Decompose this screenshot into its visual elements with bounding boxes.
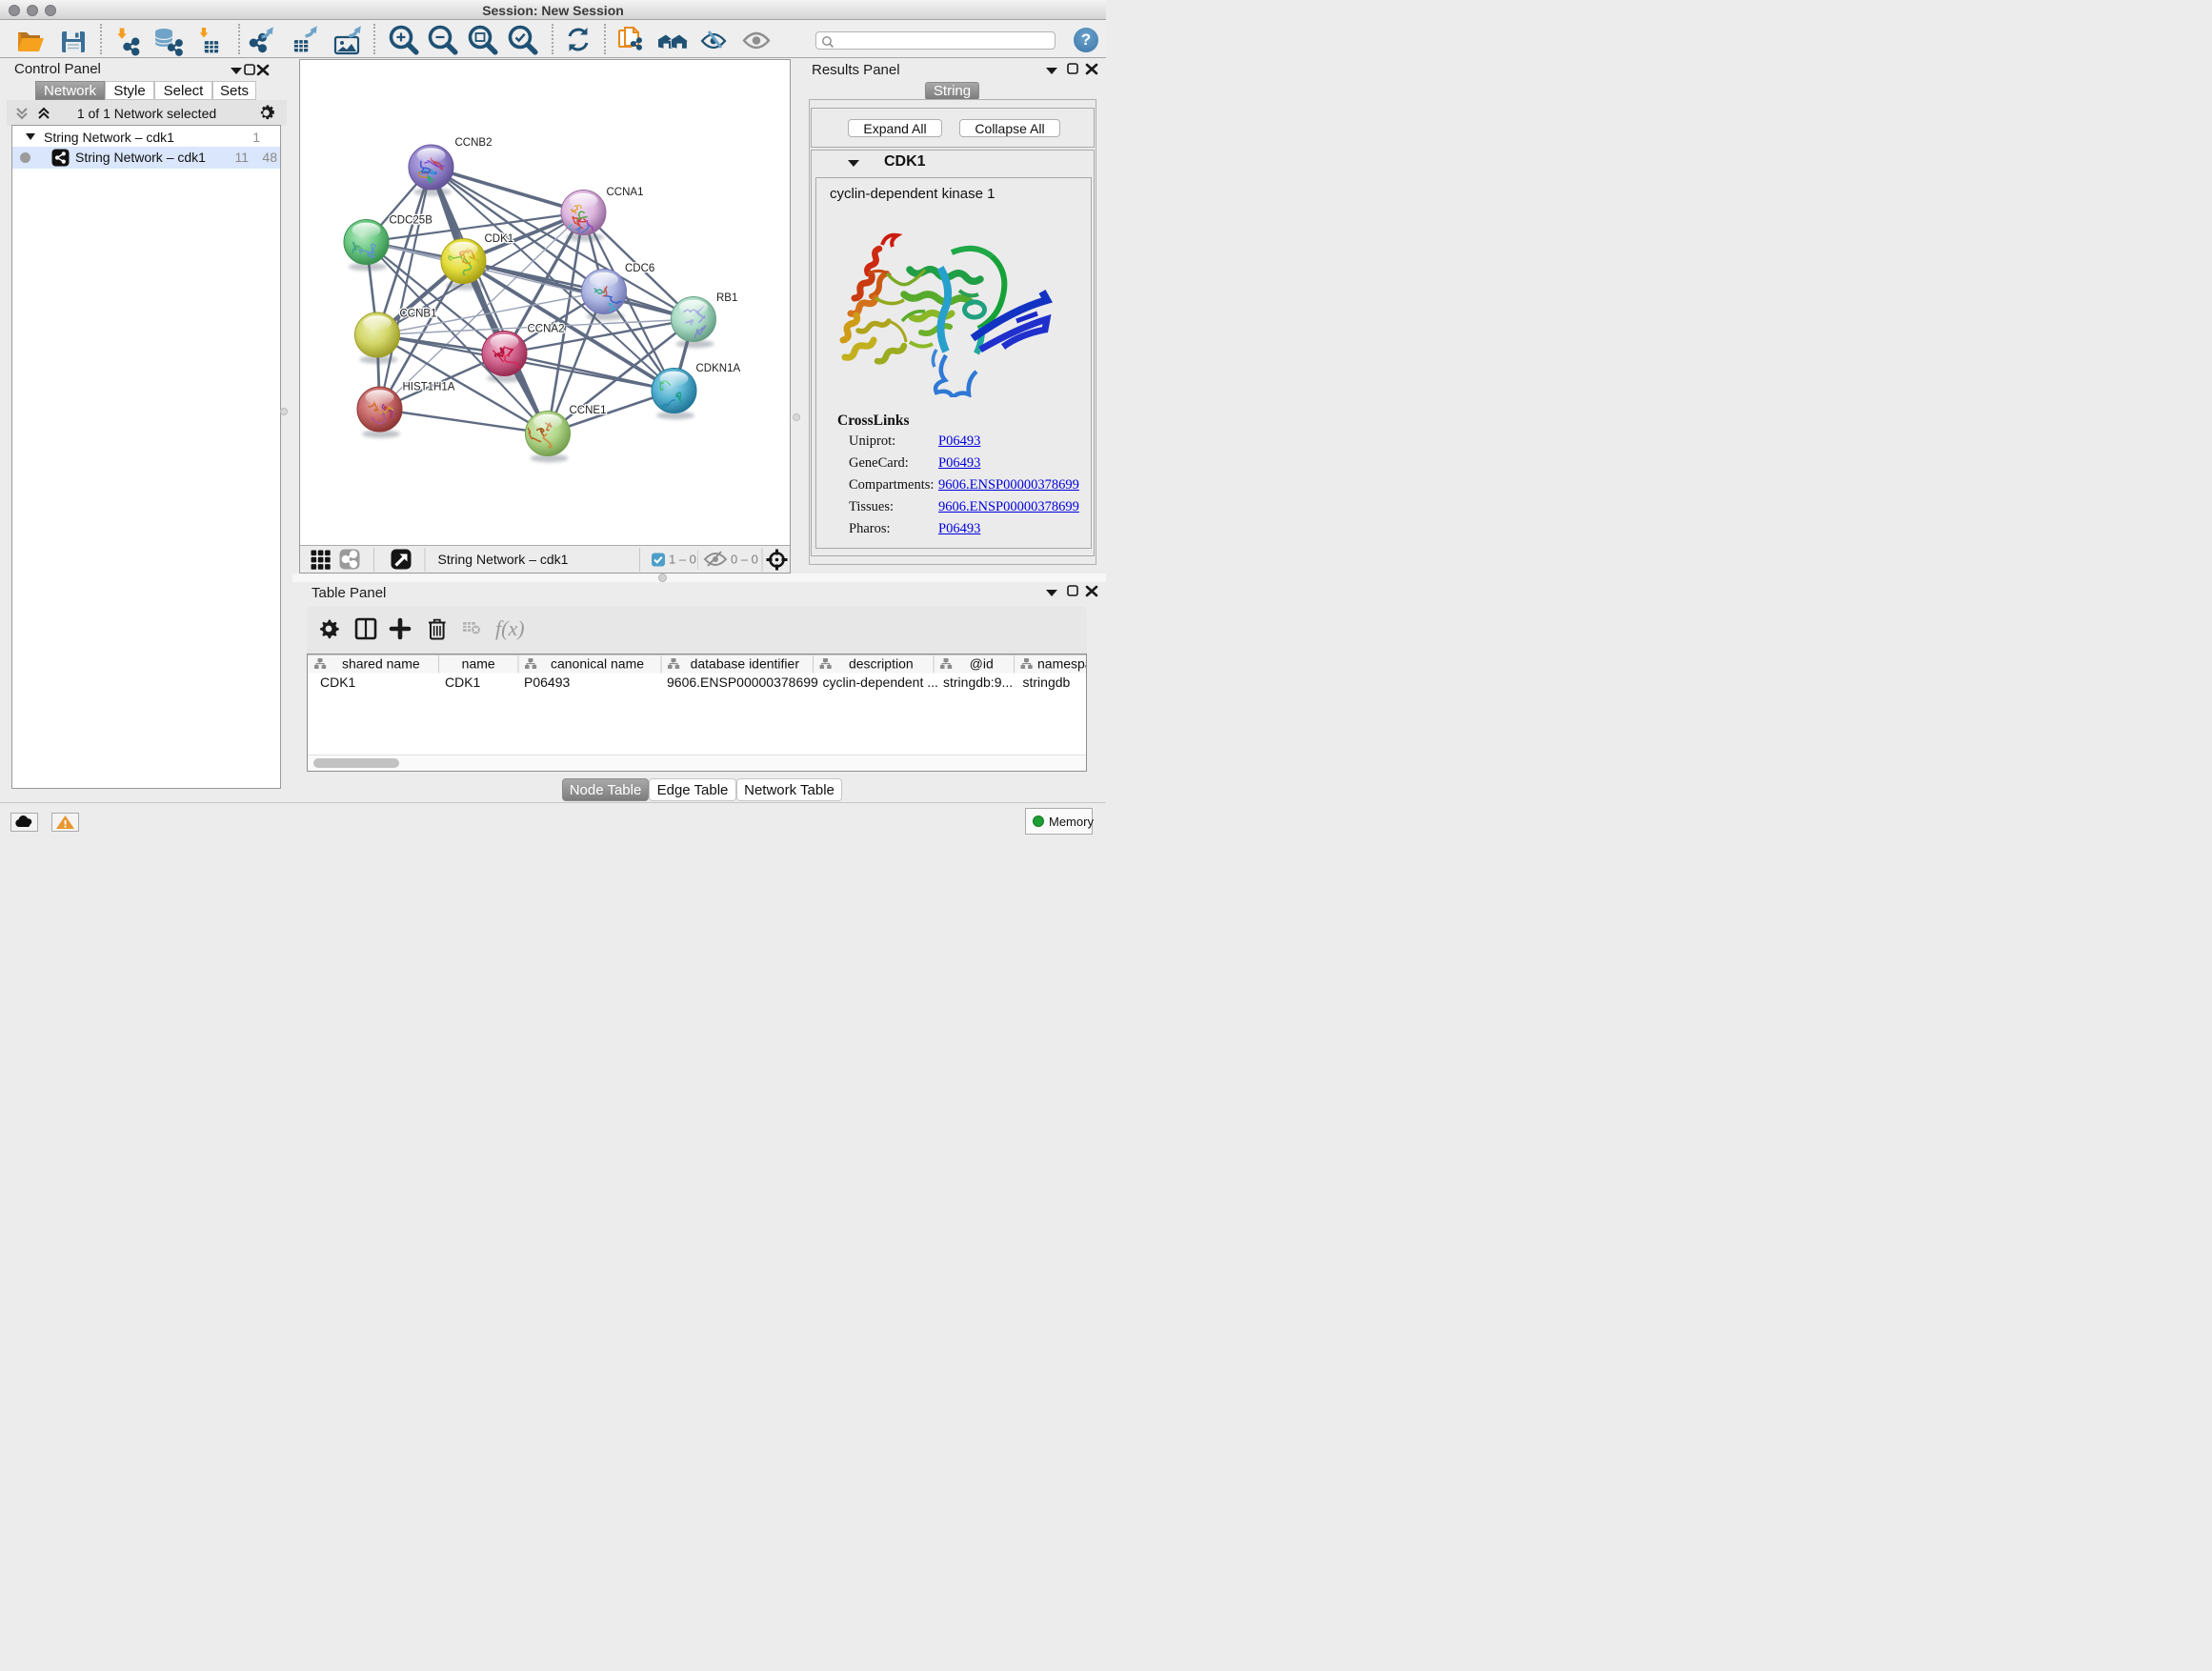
svg-text:CDKN1A: CDKN1A — [696, 363, 741, 374]
svg-text:namespace: namespace — [1037, 656, 1086, 672]
svg-text:CCNE1: CCNE1 — [570, 405, 607, 416]
svg-text:f(x): f(x) — [495, 616, 525, 640]
svg-text:stringdb:9...: stringdb:9... — [943, 674, 1013, 690]
svg-text:0 – 0: 0 – 0 — [731, 553, 758, 567]
svg-text:HIST1H1A: HIST1H1A — [403, 382, 455, 393]
svg-text:cyclin-dependent ...: cyclin-dependent ... — [823, 674, 938, 690]
svg-text:canonical name: canonical name — [551, 656, 644, 672]
svg-text:CDC25B: CDC25B — [390, 215, 433, 227]
svg-text:CCNA2: CCNA2 — [528, 324, 565, 335]
svg-text:database identifier: database identifier — [691, 656, 800, 672]
svg-text:CDK1: CDK1 — [485, 233, 514, 245]
svg-text:CCNB1: CCNB1 — [400, 309, 437, 320]
svg-text:RB1: RB1 — [716, 292, 737, 304]
svg-text:CDK1: CDK1 — [320, 674, 356, 690]
svg-text:String Network – cdk1: String Network – cdk1 — [438, 552, 569, 567]
svg-text:9606.ENSP00000378699: 9606.ENSP00000378699 — [667, 674, 818, 690]
svg-text:CDC6: CDC6 — [625, 263, 654, 274]
svg-text:CDK1: CDK1 — [445, 674, 481, 690]
svg-text:stringdb: stringdb — [1023, 674, 1071, 690]
svg-text:P06493: P06493 — [524, 674, 570, 690]
svg-text:CCNA1: CCNA1 — [607, 187, 644, 198]
svg-text:CCNB2: CCNB2 — [455, 137, 493, 149]
svg-text:1 – 0: 1 – 0 — [669, 553, 696, 567]
svg-text:@id: @id — [970, 656, 994, 672]
svg-text:shared name: shared name — [342, 656, 420, 672]
svg-text:name: name — [462, 656, 495, 672]
svg-text:description: description — [849, 656, 914, 672]
